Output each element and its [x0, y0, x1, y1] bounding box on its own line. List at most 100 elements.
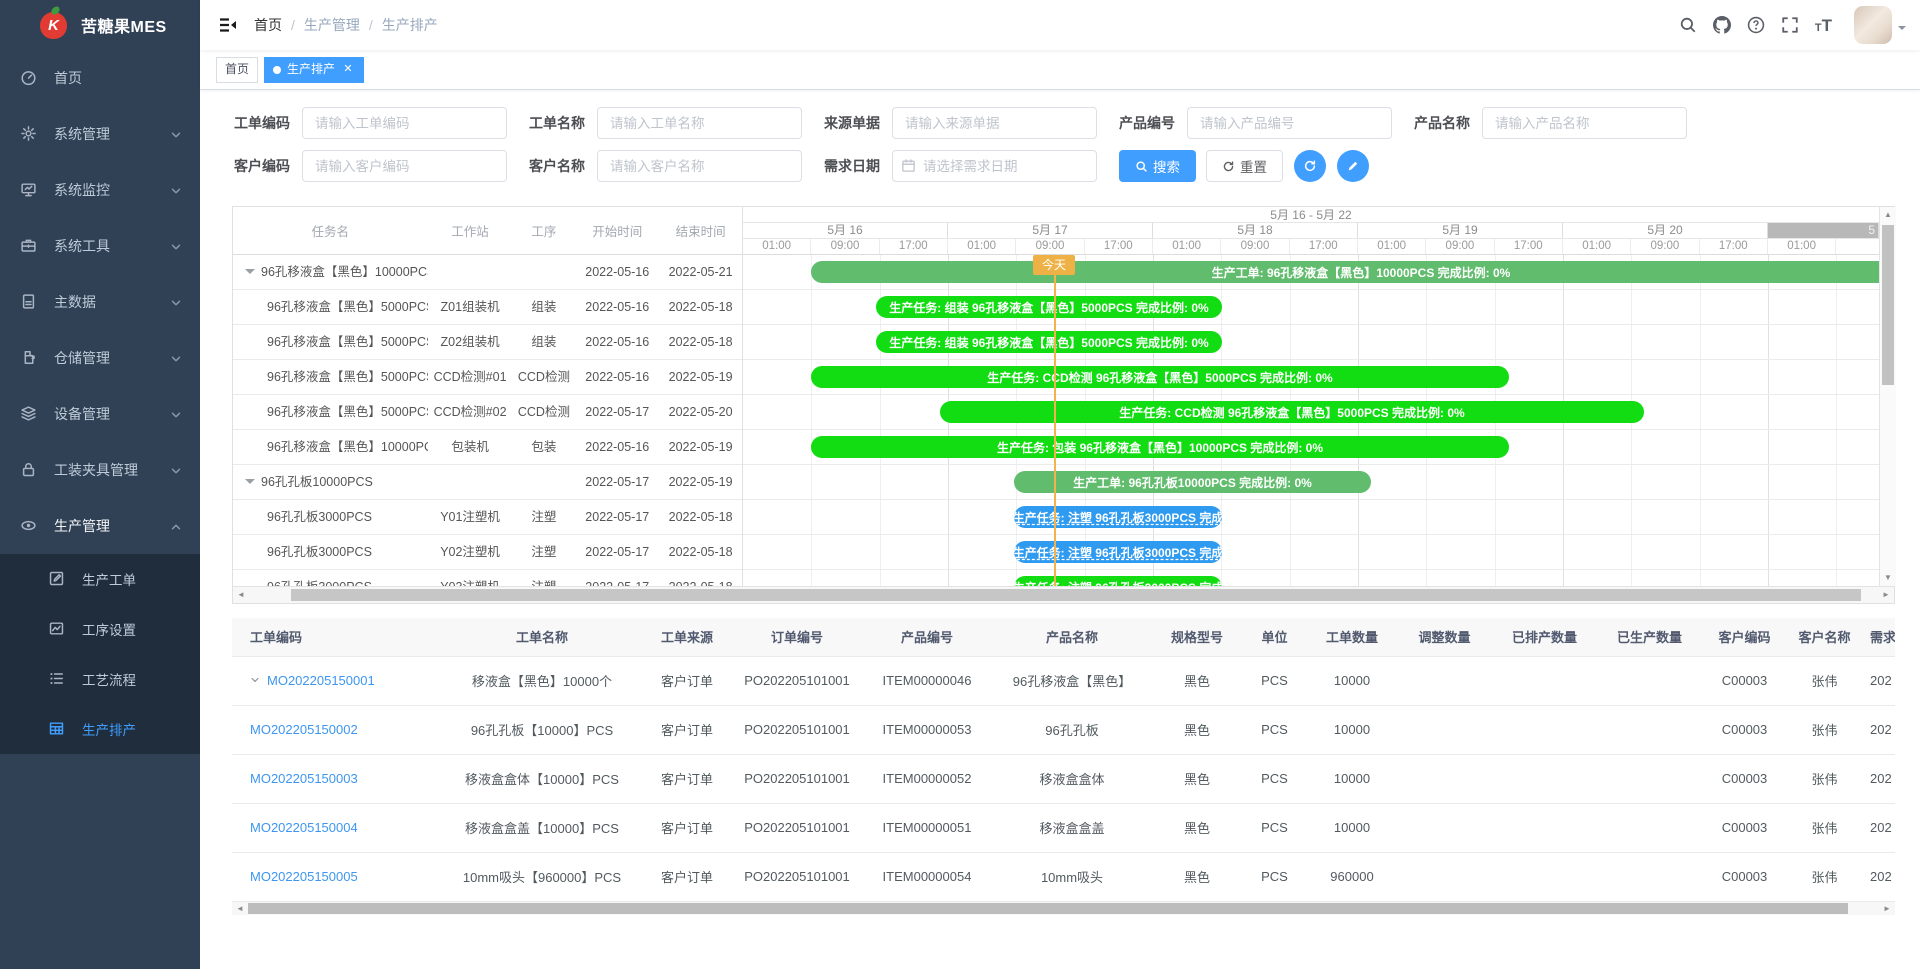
gantt-hscroll-thumb[interactable]	[291, 589, 1861, 601]
sidebar-toggle-icon[interactable]	[218, 15, 238, 35]
edit-circle-button[interactable]	[1337, 150, 1369, 182]
sidebar-item-6[interactable]: 设备管理	[0, 386, 200, 442]
gantt-task-bar[interactable]: 生产任务: 注塑 96孔孔板3000PCS 完成	[1014, 576, 1222, 586]
gantt-task-row[interactable]: 96孔孔板3000PCSY02注塑机注塑2022-05-172022-05-18	[233, 535, 742, 570]
order-link[interactable]: MO202205150003	[250, 771, 358, 786]
close-icon[interactable]: ✕	[341, 63, 355, 77]
orders-cell-cust_name: 张伟	[1787, 803, 1862, 852]
today-marker: 今天	[1033, 255, 1075, 275]
sidebar-item-1[interactable]: 系统管理	[0, 106, 200, 162]
filter-input-r2-0[interactable]	[302, 150, 507, 182]
submenu-item-3[interactable]: 生产排产	[0, 704, 200, 754]
submenu-item-1[interactable]: 工序设置	[0, 604, 200, 654]
order-link[interactable]: MO202205150002	[250, 722, 358, 737]
breadcrumb-separator: /	[369, 17, 373, 33]
orders-cell-cust_code: C00003	[1702, 754, 1787, 803]
submenu-item-0[interactable]: 生产工单	[0, 554, 200, 604]
user-caret-icon[interactable]	[1898, 26, 1906, 34]
gantt-task-row[interactable]: 96孔孔板3000PCSY01注塑机注塑2022-05-172022-05-18	[233, 500, 742, 535]
reset-button[interactable]: 重置	[1206, 150, 1283, 182]
sidebar-item-0[interactable]: 首页	[0, 50, 200, 106]
tab-label: 生产排产	[287, 57, 335, 82]
scroll-left-icon[interactable]: ◄	[232, 902, 248, 915]
scroll-down-icon[interactable]: ▼	[1880, 570, 1896, 586]
filter-input-r1-2[interactable]	[892, 107, 1097, 139]
table-row[interactable]: MO20220515000296孔孔板【10000】PCS客户订单PO20220…	[232, 705, 1895, 754]
order-link[interactable]: MO202205150001	[267, 673, 375, 688]
table-row[interactable]: MO20220515000510mm吸头【960000】PCS客户订单PO202…	[232, 852, 1895, 901]
gantt-task-table-rows: 96孔移液盒【黑色】10000PCS2022-05-162022-05-2196…	[233, 255, 742, 586]
table-row[interactable]: MO202205150001移液盒【黑色】10000个客户订单PO2022051…	[232, 656, 1895, 705]
gantt-task-bar-selected[interactable]: 生产任务: 注塑 96孔孔板3000PCS 完成	[1014, 506, 1222, 528]
tab-1[interactable]: 生产排产 ✕	[264, 57, 364, 83]
order-link[interactable]: MO202205150004	[250, 820, 358, 835]
scroll-up-icon[interactable]: ▲	[1880, 207, 1896, 223]
gantt-order-bar[interactable]: 生产工单: 96孔孔板10000PCS 完成比例: 0%	[1014, 471, 1371, 493]
font-size-icon[interactable]: TT	[1815, 17, 1832, 34]
table-row[interactable]: MO202205150003移液盒盒体【10000】PCS客户订单PO20220…	[232, 754, 1895, 803]
gantt-task-row[interactable]: 96孔移液盒【黑色】5000PCSCCD检测#02CCD检测2022-05-17…	[233, 395, 742, 430]
order-link[interactable]: MO202205150005	[250, 869, 358, 884]
sidebar-item-7[interactable]: 工装夹具管理	[0, 442, 200, 498]
search-button[interactable]: 搜索	[1119, 150, 1196, 182]
breadcrumb-item[interactable]: 首页	[254, 15, 282, 35]
gantt-task-row[interactable]: 96孔孔板3000PCSY03注塑机注塑2022-05-172022-05-18	[233, 570, 742, 586]
search-icon[interactable]	[1679, 16, 1697, 34]
sidebar-item-8[interactable]: 生产管理	[0, 498, 200, 554]
sidebar-item-4[interactable]: 主数据	[0, 274, 200, 330]
filter-group-需求日期: 需求日期	[818, 150, 1097, 182]
filter-input-r1-1[interactable]	[597, 107, 802, 139]
github-icon[interactable]	[1713, 16, 1731, 34]
avatar[interactable]	[1854, 6, 1892, 44]
sidebar-item-3[interactable]: 系统工具	[0, 218, 200, 274]
gantt-vscroll-thumb[interactable]	[1882, 225, 1894, 385]
submenu-item-2[interactable]: 工艺流程	[0, 654, 200, 704]
table-row[interactable]: MO202205150004移液盒盒盖【10000】PCS客户订单PO20220…	[232, 803, 1895, 852]
gantt-task-bar-selected[interactable]: 生产任务: 注塑 96孔孔板3000PCS 完成	[1014, 541, 1222, 563]
scroll-right-icon[interactable]: ►	[1879, 902, 1895, 915]
row-expand-icon[interactable]	[250, 675, 260, 685]
orders-cell-spec: 黑色	[1152, 852, 1242, 901]
scroll-left-icon[interactable]: ◄	[233, 587, 249, 603]
orders-hscroll-thumb[interactable]	[248, 903, 1848, 914]
filter-input-r1-3[interactable]	[1187, 107, 1392, 139]
gantt-task-bar[interactable]: 生产任务: 组装 96孔移液盒【黑色】5000PCS 完成比例: 0%	[876, 331, 1222, 353]
filter-group-产品名称: 产品名称	[1408, 107, 1687, 139]
help-icon[interactable]	[1747, 16, 1765, 34]
filter-input-r1-4[interactable]	[1482, 107, 1687, 139]
filter-input-r1-0[interactable]	[302, 107, 507, 139]
gantt-station	[428, 255, 513, 289]
chevron-down-icon	[170, 352, 182, 364]
gantt-task-bar[interactable]: 生产任务: CCD检测 96孔移液盒【黑色】5000PCS 完成比例: 0%	[940, 401, 1644, 423]
gantt-task-name-text: 96孔移液盒【黑色】5000PCS	[267, 395, 428, 429]
breadcrumb-item[interactable]: 生产管理	[304, 15, 360, 35]
gantt-task-row[interactable]: 96孔移液盒【黑色】10000PCS2022-05-162022-05-21	[233, 255, 742, 290]
fullscreen-icon[interactable]	[1781, 16, 1799, 34]
sidebar-item-2[interactable]: 系统监控	[0, 162, 200, 218]
gantt-task-row[interactable]: 96孔移液盒【黑色】5000PCSZ01组装机组装2022-05-162022-…	[233, 290, 742, 325]
app-logo-icon: K	[40, 12, 67, 39]
gantt-task-row[interactable]: 96孔移液盒【黑色】10000PCS包装机包装2022-05-162022-05…	[233, 430, 742, 465]
refresh-circle-button[interactable]	[1294, 150, 1326, 182]
dashboard-icon	[20, 69, 38, 87]
app-title: 苦糖果MES	[81, 13, 167, 37]
gantt-task-row[interactable]: 96孔移液盒【黑色】5000PCSZ02组装机组装2022-05-162022-…	[233, 325, 742, 360]
orders-horizontal-scrollbar[interactable]: ◄ ►	[232, 902, 1895, 915]
expand-toggle-icon[interactable]	[245, 269, 255, 279]
gantt-vertical-scrollbar[interactable]: ▲ ▼	[1879, 207, 1896, 586]
scroll-right-icon[interactable]: ►	[1878, 587, 1894, 603]
gantt-task-row[interactable]: 96孔孔板10000PCS2022-05-172022-05-19	[233, 465, 742, 500]
sidebar-item-5[interactable]: 仓储管理	[0, 330, 200, 386]
gantt-task-bar[interactable]: 生产任务: CCD检测 96孔移液盒【黑色】5000PCS 完成比例: 0%	[811, 366, 1509, 388]
expand-toggle-icon[interactable]	[245, 479, 255, 489]
gantt-task-bar[interactable]: 生产任务: 组装 96孔移液盒【黑色】5000PCS 完成比例: 0%	[876, 296, 1222, 318]
orders-cell-spec: 黑色	[1152, 803, 1242, 852]
gantt-task-bar[interactable]: 生产任务: 包装 96孔移液盒【黑色】10000PCS 完成比例: 0%	[811, 436, 1509, 458]
filter-input-r2-1[interactable]	[597, 150, 802, 182]
filter-label: 产品名称	[1408, 113, 1470, 133]
demand-date-input[interactable]	[892, 150, 1097, 182]
tab-0[interactable]: 首页	[216, 57, 258, 83]
gantt-task-row[interactable]: 96孔移液盒【黑色】5000PCSCCD检测#01CCD检测2022-05-16…	[233, 360, 742, 395]
gantt-horizontal-scrollbar[interactable]: ◄ ►	[233, 586, 1894, 603]
gantt-order-bar[interactable]: 生产工单: 96孔移液盒【黑色】10000PCS 完成比例: 0%	[811, 261, 1879, 283]
